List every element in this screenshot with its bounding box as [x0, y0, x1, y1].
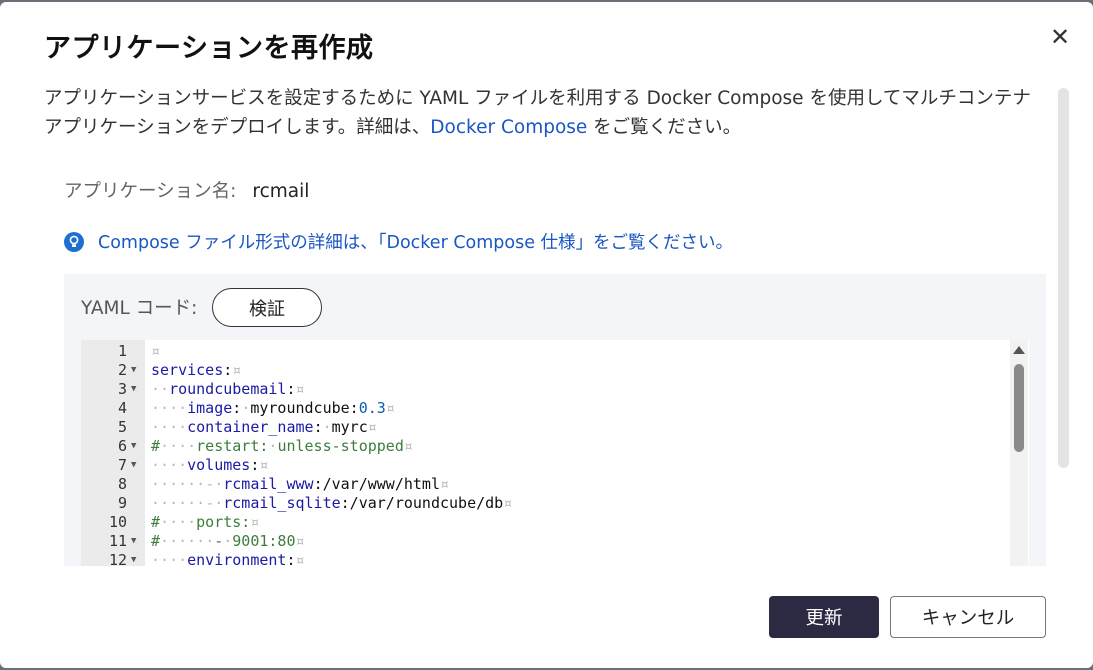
- fold-icon[interactable]: ▼: [131, 551, 136, 566]
- code-text: ····container_name:·myrc¤: [151, 418, 377, 436]
- app-name-label: アプリケーション名:: [64, 181, 237, 202]
- yaml-panel: YAML コード: 検証 1 ¤ 2 ▼ services:¤ 3 ▼ ··roundcube…: [64, 274, 1046, 566]
- tip-text-end: 」をご覧ください。: [575, 233, 734, 253]
- code-text: ····image:·myroundcube:0.3¤: [151, 399, 395, 417]
- code-line[interactable]: 3 ▼ ··roundcubemail:¤: [81, 380, 1029, 399]
- fold-icon[interactable]: ▼: [131, 437, 136, 456]
- line-number: 3: [117, 380, 127, 398]
- line-number: 11: [108, 532, 127, 550]
- verify-button[interactable]: 検証: [212, 288, 322, 327]
- line-number: 8: [117, 475, 127, 493]
- code-line[interactable]: 10 #····ports:¤: [81, 513, 1029, 532]
- app-name-row: アプリケーション名: rcmail: [64, 177, 309, 203]
- code-text: ····volumes:¤: [151, 456, 269, 474]
- line-number: 7: [117, 456, 127, 474]
- compose-spec-link[interactable]: Docker Compose 仕様: [386, 229, 575, 254]
- dialog-scrollbar[interactable]: [1058, 88, 1069, 468]
- line-number: 5: [117, 418, 127, 436]
- code-line[interactable]: 9 ······-·rcmail_sqlite:/var/roundcube/db…: [81, 494, 1029, 513]
- fold-icon[interactable]: ▼: [131, 532, 136, 551]
- code-line[interactable]: 8 ······-·rcmail_www:/var/www/html¤: [81, 475, 1029, 494]
- code-line[interactable]: 6 ▼ #····restart:·unless-stopped¤: [81, 437, 1029, 456]
- code-line[interactable]: 5 ····container_name:·myrc¤: [81, 418, 1029, 437]
- line-number: 12: [108, 551, 127, 566]
- close-icon[interactable]: ✕: [1047, 24, 1073, 50]
- tip-text: Compose ファイル形式の詳細は、「: [98, 233, 387, 253]
- code-text: ····environment:¤: [151, 551, 305, 566]
- code-line[interactable]: 11 ▼ #······-·9001:80¤: [81, 532, 1029, 551]
- recreate-app-dialog: アプリケーションを再作成 ✕ アプリケーションサービスを設定するために YAML…: [0, 2, 1093, 668]
- code-text: #····restart:·unless-stopped¤: [151, 437, 413, 455]
- dialog-description: アプリケーションサービスを設定するために YAML ファイルを利用する Dock…: [44, 84, 1039, 142]
- line-number: 9: [117, 494, 127, 512]
- line-number: 4: [117, 399, 127, 417]
- dialog-title: アプリケーションを再作成: [44, 33, 374, 64]
- code-text: ¤: [151, 342, 161, 360]
- code-line[interactable]: 7 ▼ ····volumes:¤: [81, 456, 1029, 475]
- app-name-value: rcmail: [252, 181, 310, 202]
- code-text: ······-·rcmail_sqlite:/var/roundcube/db¤: [151, 494, 513, 512]
- code-text: ··roundcubemail:¤: [151, 380, 305, 398]
- code-line[interactable]: 12 ▼ ····environment:¤: [81, 551, 1029, 566]
- line-number: 6: [117, 437, 127, 455]
- update-button[interactable]: 更新: [769, 596, 879, 638]
- description-text-end: をご覧ください。: [587, 117, 742, 138]
- code-text: ······-·rcmail_www:/var/www/html¤: [151, 475, 450, 493]
- line-number: 1: [117, 342, 127, 360]
- fold-icon[interactable]: ▼: [131, 380, 136, 399]
- lightbulb-icon: [64, 231, 84, 252]
- code-line[interactable]: 4 ····image:·myroundcube:0.3¤: [81, 399, 1029, 418]
- code-text: #····ports:¤: [151, 513, 260, 531]
- compose-tip: Compose ファイル形式の詳細は、「 Docker Compose 仕様 」をご…: [64, 229, 733, 254]
- yaml-code-label: YAML コード:: [81, 298, 198, 319]
- cancel-button[interactable]: キャンセル: [890, 596, 1046, 638]
- code-text: #······-·9001:80¤: [151, 532, 305, 550]
- code-line[interactable]: 1 ¤: [81, 342, 1029, 361]
- fold-icon[interactable]: ▼: [131, 361, 136, 380]
- line-number: 10: [108, 513, 127, 531]
- code-text: services:¤: [151, 361, 242, 379]
- yaml-editor[interactable]: 1 ¤ 2 ▼ services:¤ 3 ▼ ··roundcubemail:¤ 4 ····im…: [81, 340, 1029, 566]
- line-number: 2: [117, 361, 127, 379]
- fold-icon[interactable]: ▼: [131, 456, 136, 475]
- docker-compose-link[interactable]: Docker Compose: [430, 117, 587, 138]
- code-line[interactable]: 2 ▼ services:¤: [81, 361, 1029, 380]
